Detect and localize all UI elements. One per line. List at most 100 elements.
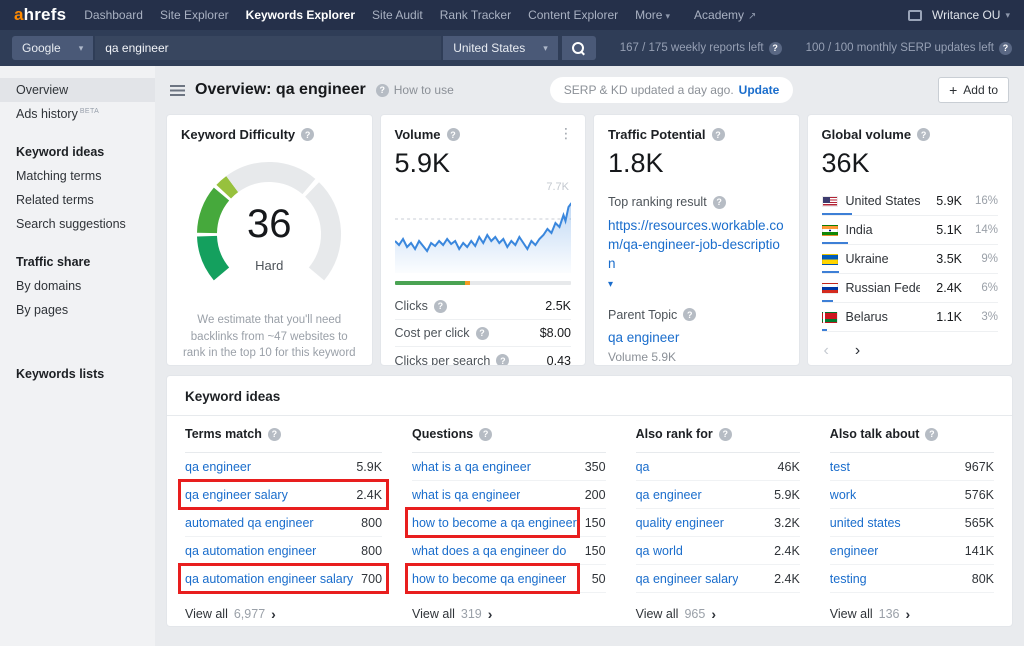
search-button[interactable] [562,36,596,60]
keyword-link[interactable]: what is a qa engineer [412,460,531,474]
external-link-icon [748,8,756,22]
keyword-link[interactable]: qa engineer salary [636,572,739,586]
chevron-right-icon: › [711,606,716,622]
keyword-link[interactable]: qa automation engineer [185,544,316,558]
sidebar-item-related-terms[interactable]: Related terms [0,188,155,212]
expand-result-icon[interactable]: ▾ [608,279,613,290]
help-icon[interactable] [719,428,732,441]
nav-item-site-explorer[interactable]: Site Explorer [160,8,229,22]
menu-icon[interactable] [170,85,185,96]
keyword-link[interactable]: engineer [830,544,879,558]
help-icon[interactable] [925,428,938,441]
view-all-link[interactable]: View all319› [412,593,606,622]
how-to-use[interactable]: How to use [376,83,454,97]
help-icon[interactable] [496,354,509,366]
nav-item-rank-tracker[interactable]: Rank Tracker [440,8,511,22]
country-select[interactable]: United States▾ [443,36,558,60]
keyword-row: qa46K [636,453,800,481]
monitor-icon[interactable] [908,10,922,21]
gv-title: Global volume [822,127,912,142]
search-engine-select[interactable]: Google▾ [12,36,93,60]
keyword-link[interactable]: automated qa engineer [185,516,314,530]
keyword-column-also-talk-about: Also talk abouttest967Kwork576Kunited st… [830,416,994,622]
keyword-link[interactable]: test [830,460,850,474]
keyword-row: engineer141K [830,537,994,565]
keyword-link[interactable]: qa [636,460,650,474]
sidebar-item-matching-terms[interactable]: Matching terms [0,164,155,188]
academy-label: Academy [694,8,744,22]
help-icon[interactable] [476,327,489,340]
chevron-down-icon: ▾ [665,11,670,21]
keyword-row: testing80K [830,565,994,593]
nav-item-dashboard[interactable]: Dashboard [84,8,143,22]
main-content: Overview: qa engineer How to use SERP & … [155,66,1024,646]
help-icon [376,84,389,97]
sidebar-item-overview[interactable]: Overview [0,78,155,102]
keyword-volume: 50 [592,572,606,586]
keyword-link[interactable]: qa engineer salary [185,488,288,502]
help-icon[interactable] [268,428,281,441]
card-title: Traffic Potential [608,127,785,142]
keyword-volume: 350 [585,460,606,474]
prev-page-icon[interactable]: ‹ [824,342,829,360]
keyword-link[interactable]: what does a qa engineer do [412,544,566,558]
help-icon[interactable] [769,42,782,55]
nav-item-academy[interactable]: Academy [694,8,756,22]
keyword-ideas-panel: Keyword ideas Terms matchqa engineer5.9K… [166,375,1013,627]
view-all-link[interactable]: View all965› [636,593,800,622]
keyword-link[interactable]: how to become qa engineer [412,572,566,586]
view-all-link[interactable]: View all6,977› [185,593,382,622]
view-all-count: 136 [879,607,900,621]
sidebar-item-by-domains[interactable]: By domains [0,274,155,298]
keyword-link[interactable]: qa world [636,544,683,558]
keyword-link[interactable]: qa automation engineer salary [185,572,353,586]
keyword-link[interactable]: how to become a qa engineer [412,516,577,530]
help-icon[interactable] [479,428,492,441]
ahrefs-logo[interactable]: ahrefs [14,5,66,25]
country-share-bar [822,213,852,215]
kebab-menu-icon[interactable]: ⋮ [559,125,573,142]
nav-item-more[interactable]: More▾ [635,8,670,22]
top-ranking-url-link[interactable]: https://resources.workable.com/qa-engine… [608,217,785,274]
help-icon[interactable] [713,196,726,209]
add-to-button[interactable]: +Add to [938,77,1009,103]
logo-letter-a: a [14,5,24,24]
parent-topic-link[interactable]: qa engineer [608,330,785,345]
view-all-count: 319 [461,607,482,621]
keyword-row: test967K [830,453,994,481]
help-icon[interactable] [999,42,1012,55]
keyword-link[interactable]: united states [830,516,901,530]
nav-item-content-explorer[interactable]: Content Explorer [528,8,618,22]
help-icon[interactable] [301,128,314,141]
help-icon[interactable] [712,128,725,141]
view-all-link[interactable]: View all136› [830,593,994,622]
volume-value: 5.9K [395,148,572,179]
chevron-right-icon: › [271,606,276,622]
sidebar-item-by-pages[interactable]: By pages [0,298,155,322]
sidebar-item-ads-history[interactable]: Ads historyBETA [0,102,155,126]
keyword-link[interactable]: qa engineer [636,488,702,502]
keyword-link[interactable]: quality engineer [636,516,724,530]
country-list: United States5.9K16%India5.1K14%Ukraine3… [822,187,999,332]
keyword-link[interactable]: testing [830,572,867,586]
keyword-volume: 5.9K [356,460,382,474]
view-all-label: View all [830,607,873,621]
help-icon[interactable] [447,128,460,141]
account-menu[interactable]: Writance OU▾ [932,8,1010,22]
update-link[interactable]: Update [739,83,780,97]
keyword-search-input[interactable] [95,36,441,60]
keyword-link[interactable]: qa engineer [185,460,251,474]
keyword-link[interactable]: what is qa engineer [412,488,520,502]
help-icon[interactable] [917,128,930,141]
keyword-link[interactable]: work [830,488,856,502]
nav-item-site-audit[interactable]: Site Audit [372,8,423,22]
sidebar-item-search-suggestions[interactable]: Search suggestions [0,212,155,236]
country-share-bar [822,329,828,331]
chevron-down-icon: ▾ [543,43,548,54]
country-row: United States5.9K16% [822,187,999,216]
help-icon[interactable] [434,300,447,313]
nav-item-keywords-explorer[interactable]: Keywords Explorer [246,8,355,22]
help-icon[interactable] [683,308,696,321]
next-page-icon[interactable]: › [855,342,860,360]
keyword-volume: 5.9K [774,488,800,502]
